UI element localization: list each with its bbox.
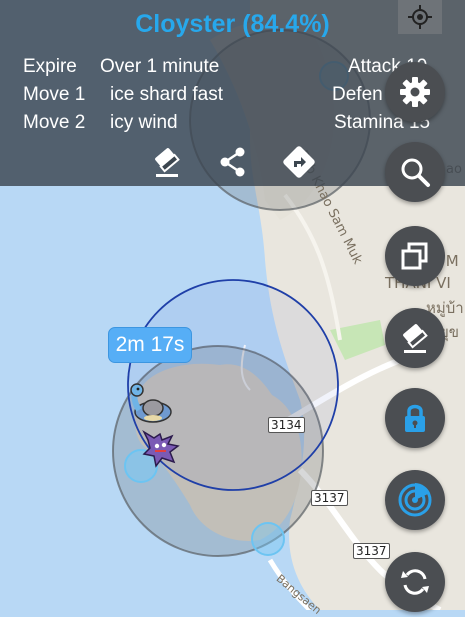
defense-stat: Defen bbox=[332, 84, 383, 105]
share-icon[interactable] bbox=[216, 145, 250, 179]
search-icon bbox=[401, 158, 430, 187]
lapras-sprite-icon[interactable] bbox=[127, 382, 173, 424]
search-button[interactable] bbox=[385, 142, 445, 202]
road-number-label: 3137 bbox=[311, 490, 348, 506]
haunter-sprite-icon[interactable] bbox=[140, 430, 182, 468]
road-number-label: 3137 bbox=[353, 543, 390, 559]
move2-label: Move 2 bbox=[23, 112, 86, 133]
refresh-icon bbox=[401, 569, 429, 595]
locate-me-button[interactable] bbox=[398, 0, 442, 34]
eraser-icon[interactable] bbox=[150, 145, 184, 179]
settings-button[interactable] bbox=[385, 62, 445, 122]
move2-value: icy wind bbox=[110, 112, 178, 133]
eraser-icon bbox=[403, 324, 428, 353]
directions-icon[interactable] bbox=[282, 145, 316, 179]
despawn-timer-label: 2m 17s bbox=[108, 327, 192, 363]
expire-label: Expire bbox=[23, 56, 77, 77]
clear-map-button[interactable] bbox=[385, 308, 445, 368]
move1-label: Move 1 bbox=[23, 84, 86, 105]
lock-icon bbox=[405, 404, 425, 432]
expire-value: Over 1 minute bbox=[100, 56, 220, 77]
road-number-label: 3134 bbox=[268, 417, 305, 433]
crosshair-icon bbox=[408, 5, 432, 29]
lock-button[interactable] bbox=[385, 388, 445, 448]
gear-icon bbox=[400, 77, 430, 107]
radar-icon bbox=[398, 483, 432, 517]
refresh-button[interactable] bbox=[385, 552, 445, 612]
layers-icon bbox=[401, 242, 428, 270]
layers-button[interactable] bbox=[385, 226, 445, 286]
move1-value: ice shard fast bbox=[110, 84, 223, 105]
pokemon-title: Cloyster (84.4%) bbox=[135, 10, 330, 38]
radar-button[interactable] bbox=[385, 470, 445, 530]
